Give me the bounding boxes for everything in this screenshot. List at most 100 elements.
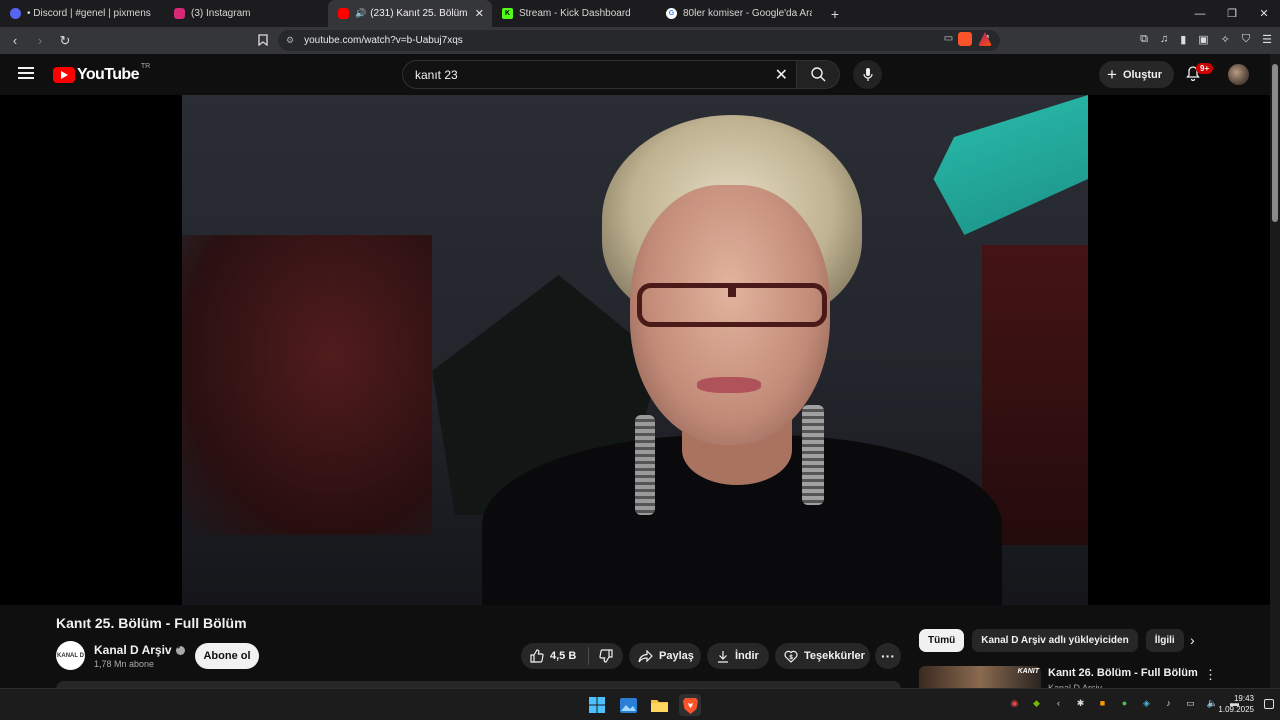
cast-icon[interactable]: ▭ bbox=[944, 33, 953, 44]
kick-favicon-icon: K bbox=[502, 8, 513, 19]
recommendation-thumbnail[interactable]: KANIT bbox=[919, 666, 1041, 690]
sidebar-icon[interactable]: ▮ bbox=[1180, 33, 1186, 46]
bookmark-icon[interactable] bbox=[258, 34, 268, 49]
vpn-icon[interactable]: ⛉ bbox=[1242, 33, 1250, 46]
audio-playing-icon[interactable]: 🔊 bbox=[355, 8, 366, 19]
subscribe-button[interactable]: Abone ol bbox=[195, 643, 259, 669]
region-code: TR bbox=[140, 62, 151, 70]
tray-microphone-icon[interactable]: ♪ bbox=[1162, 698, 1175, 709]
thumbnail-logo: KANIT bbox=[1017, 668, 1039, 675]
share-label: Paylaş bbox=[659, 650, 694, 662]
chip-from-uploader[interactable]: Kanal D Arşiv adlı yükleyiciden bbox=[972, 629, 1138, 652]
new-tab-button[interactable]: + bbox=[824, 6, 846, 22]
channel-avatar[interactable]: KANAL D bbox=[56, 641, 85, 670]
share-button[interactable]: Paylaş bbox=[629, 643, 701, 669]
url-text: youtube.com/watch?v=b-Uabuj7xqs bbox=[304, 35, 463, 46]
thanks-button[interactable]: $ Teşekkürler bbox=[775, 643, 870, 669]
create-button[interactable]: + Oluştur bbox=[1099, 61, 1175, 88]
account-avatar[interactable] bbox=[1228, 64, 1249, 85]
recommendation-title[interactable]: Kanıt 26. Bölüm - Full Bölüm bbox=[1048, 667, 1198, 679]
presenter-earring-right bbox=[802, 405, 824, 505]
tray-nvidia-icon[interactable]: ◆ bbox=[1030, 698, 1043, 709]
video-title: Kanıt 25. Bölüm - Full Bölüm bbox=[56, 615, 247, 631]
like-count[interactable]: 4,5 B bbox=[550, 650, 576, 662]
backdrop-red-panel-left bbox=[182, 235, 432, 535]
svg-text:$: $ bbox=[789, 654, 793, 661]
tray-app-6-icon[interactable]: ● bbox=[1118, 698, 1131, 709]
brave-rewards-icon[interactable] bbox=[978, 32, 992, 46]
window-controls: — ❐ ✕ bbox=[1184, 0, 1280, 27]
more-actions-button[interactable]: ··· bbox=[875, 643, 901, 669]
tray-app-7-icon[interactable]: ◈ bbox=[1140, 698, 1153, 709]
file-explorer-icon[interactable] bbox=[648, 694, 670, 716]
back-icon[interactable]: ‹ bbox=[5, 33, 25, 48]
like-icon[interactable] bbox=[530, 649, 544, 663]
site-info-icon[interactable]: ⚙ bbox=[286, 35, 294, 46]
download-button[interactable]: İndir bbox=[707, 643, 769, 669]
thanks-label: Teşekkürler bbox=[804, 650, 865, 662]
close-tab-icon[interactable]: ✕ bbox=[475, 7, 484, 20]
related-filter-chips: Tümü Kanal D Arşiv adlı yükleyiciden İlg… bbox=[919, 629, 1184, 652]
tray-app-4-icon[interactable]: ✱ bbox=[1074, 698, 1087, 709]
photos-app-icon[interactable] bbox=[617, 694, 639, 716]
recommendation-more-icon[interactable]: ⋮ bbox=[1204, 667, 1217, 683]
windows-taskbar: ◉ ◆ ‹ ✱ ■ ● ◈ ♪ ▭ 🔈 ▬ 19:43 1.09.2025 bbox=[0, 688, 1280, 720]
address-bar[interactable]: ⚙ youtube.com/watch?v=b-Uabuj7xqs ▭ ⊕ ↗ bbox=[278, 30, 1000, 51]
search-button[interactable] bbox=[796, 60, 840, 89]
clock-time: 19:43 bbox=[1233, 694, 1254, 703]
tab-label: 80ler komiser - Google'da Ara bbox=[683, 8, 812, 19]
menu-icon[interactable]: ☰ bbox=[1262, 33, 1272, 46]
channel-name-link[interactable]: Kanal D Arşiv bbox=[94, 643, 185, 657]
screenshot-icon[interactable]: ⧉ bbox=[1140, 33, 1148, 46]
chip-related[interactable]: İlgili bbox=[1145, 629, 1184, 652]
windows-start-icon[interactable] bbox=[586, 694, 608, 716]
tab-google[interactable]: G 80ler komiser - Google'da Ara bbox=[656, 0, 820, 27]
tab-label: Stream - Kick Dashboard bbox=[519, 8, 631, 19]
share-icon bbox=[638, 649, 653, 663]
tab-label: (231) Kanıt 25. Bölüm - Full Bö bbox=[370, 8, 469, 19]
tab-label: (3) Instagram bbox=[191, 8, 251, 19]
leo-ai-icon[interactable]: ✧ bbox=[1221, 33, 1230, 46]
channel-name: Kanal D Arşiv bbox=[94, 643, 172, 657]
brave-shield-icon[interactable] bbox=[958, 32, 972, 46]
voice-search-button[interactable] bbox=[853, 60, 882, 89]
video-player[interactable] bbox=[0, 95, 1270, 605]
notification-center-icon[interactable] bbox=[1264, 699, 1274, 709]
presenter-figure bbox=[482, 115, 1002, 605]
download-icon bbox=[717, 650, 729, 663]
brave-browser-icon[interactable] bbox=[679, 694, 701, 716]
youtube-play-logo-icon bbox=[53, 67, 75, 83]
youtube-logo[interactable]: YouTube TR bbox=[53, 62, 151, 84]
search-input[interactable]: kanıt 23 ✕ bbox=[402, 60, 796, 89]
search-icon bbox=[810, 67, 825, 82]
wallet-icon[interactable]: ▣ bbox=[1198, 33, 1208, 46]
tray-app-5-icon[interactable]: ■ bbox=[1096, 698, 1109, 709]
reload-icon[interactable]: ↻ bbox=[55, 33, 75, 49]
guide-menu-icon[interactable] bbox=[18, 67, 34, 79]
chip-all[interactable]: Tümü bbox=[919, 629, 965, 652]
dislike-icon[interactable] bbox=[599, 649, 613, 663]
like-divider bbox=[588, 647, 590, 665]
tab-discord[interactable]: • Discord | #genel | pixmens bbox=[0, 0, 164, 27]
system-clock[interactable]: 19:43 1.09.2025 bbox=[1218, 693, 1254, 715]
presenter-glasses bbox=[637, 283, 827, 327]
tab-kick[interactable]: K Stream - Kick Dashboard bbox=[492, 0, 656, 27]
chevron-right-icon[interactable]: › bbox=[1190, 632, 1195, 648]
tray-app-3-icon[interactable]: ‹ bbox=[1052, 698, 1065, 709]
tab-youtube-active[interactable]: 🔊 (231) Kanıt 25. Bölüm - Full Bö ✕ bbox=[328, 0, 492, 27]
close-window-icon[interactable]: ✕ bbox=[1248, 0, 1280, 27]
minimize-icon[interactable]: — bbox=[1184, 0, 1216, 27]
forward-icon[interactable]: › bbox=[30, 33, 50, 48]
plus-icon: + bbox=[1107, 64, 1117, 84]
microphone-icon bbox=[862, 67, 873, 81]
tab-instagram[interactable]: (3) Instagram bbox=[164, 0, 328, 27]
media-icon[interactable]: ♫ bbox=[1160, 33, 1168, 46]
youtube-favicon-icon bbox=[338, 8, 349, 19]
restore-icon[interactable]: ❐ bbox=[1216, 0, 1248, 27]
clear-search-icon[interactable]: ✕ bbox=[775, 65, 788, 85]
tray-display-icon[interactable]: ▭ bbox=[1184, 698, 1197, 709]
scrollbar-thumb[interactable] bbox=[1272, 64, 1278, 222]
tray-app-1-icon[interactable]: ◉ bbox=[1008, 698, 1021, 709]
tray-volume-icon[interactable]: 🔈 bbox=[1206, 698, 1219, 709]
clock-date: 1.09.2025 bbox=[1218, 705, 1254, 714]
